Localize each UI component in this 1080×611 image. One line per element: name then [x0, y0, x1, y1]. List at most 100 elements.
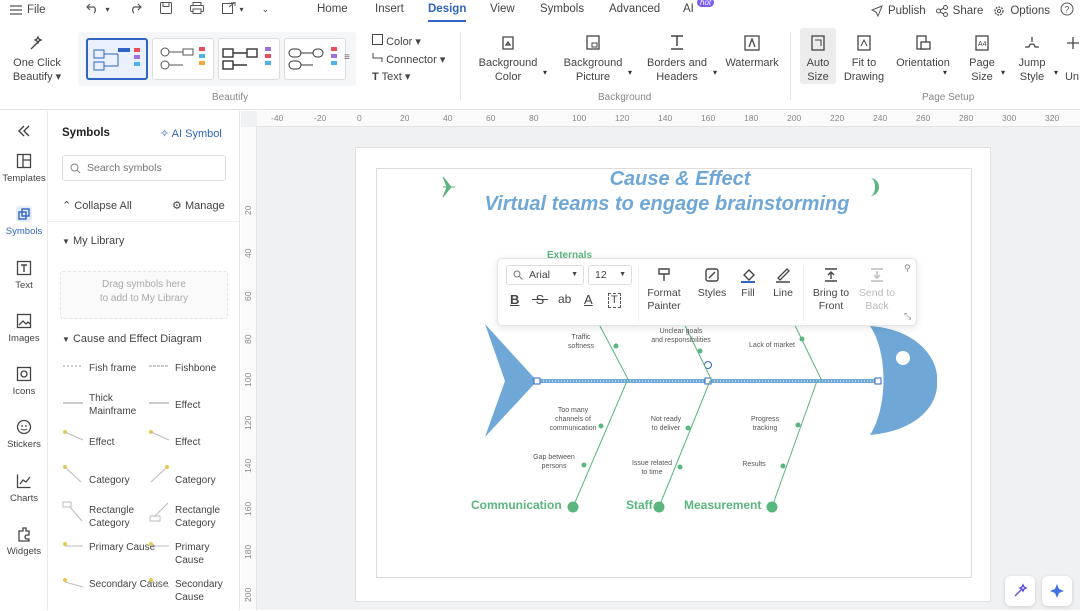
- selection-handle[interactable]: [874, 377, 882, 385]
- cause-label-unclear-goals[interactable]: Unclear goals and responsibilities: [651, 328, 711, 344]
- jump-dropdown-icon[interactable]: ▾: [1054, 68, 1058, 77]
- print-button[interactable]: [189, 2, 204, 17]
- symbol-effect-3[interactable]: Effect: [175, 436, 200, 449]
- strikethrough-button[interactable]: S: [532, 293, 548, 306]
- theme-gallery-expand-icon[interactable]: ≡: [344, 52, 350, 63]
- bone-lower-2[interactable]: [658, 380, 711, 508]
- background-color-button[interactable]: Background Color: [476, 34, 540, 84]
- cause-label-traffic[interactable]: Traffic softness: [568, 334, 595, 350]
- diagram-title-line-1[interactable]: Cause & Effect: [610, 168, 752, 190]
- bg-color-dropdown-icon[interactable]: ▾: [543, 68, 547, 77]
- share-button[interactable]: Share: [935, 4, 983, 17]
- bone-lower-1[interactable]: [572, 380, 628, 508]
- fishbone-diagram[interactable]: Cause & Effect Virtual teams to engage b…: [377, 168, 973, 579]
- text-box-button[interactable]: T: [608, 293, 621, 308]
- ai-assist-button[interactable]: [1005, 576, 1035, 606]
- symbol-fishbone[interactable]: Fishbone: [175, 362, 216, 375]
- tab-insert[interactable]: Insert: [375, 3, 404, 15]
- cause-label-lack-market[interactable]: Lack of market: [749, 342, 795, 349]
- undo-button[interactable]: [85, 2, 100, 17]
- symbol-rectangle-category-2[interactable]: Rectangle Category: [175, 504, 235, 530]
- search-input[interactable]: [87, 162, 207, 174]
- text-dropdown[interactable]: T Text ▾: [372, 70, 410, 83]
- fill-button[interactable]: Fill: [734, 267, 762, 300]
- symbol-thick-mainframe[interactable]: Thick Mainframe: [89, 392, 145, 418]
- symbol-category-1[interactable]: Category: [89, 474, 130, 487]
- orientation-dropdown-icon[interactable]: ▾: [943, 68, 947, 77]
- rail-widgets[interactable]: Widgets: [0, 526, 48, 557]
- color-dropdown[interactable]: Color ▾: [372, 34, 421, 48]
- symbol-effect-2[interactable]: Effect: [89, 436, 114, 449]
- font-size-select[interactable]: 12 ▼: [588, 265, 632, 285]
- auto-size-button[interactable]: Auto Size: [800, 34, 836, 84]
- symbol-primary-cause-1[interactable]: Primary Cause: [89, 541, 155, 554]
- canvas-area[interactable]: -40 -20 0 20 40 60 80 100 120 140 160 180 200 220 240 2…: [241, 111, 1080, 610]
- undo-dropdown-icon[interactable]: ▾: [106, 5, 110, 14]
- manage-button[interactable]: ⚙ Manage: [172, 199, 225, 212]
- tab-symbols[interactable]: Symbols: [540, 3, 584, 15]
- line-button[interactable]: Line: [768, 267, 798, 300]
- symbol-effect-1[interactable]: Effect: [175, 399, 200, 412]
- background-picture-button[interactable]: Background Picture: [560, 34, 626, 84]
- tab-ai[interactable]: AI: [683, 3, 694, 15]
- save-button[interactable]: [159, 2, 172, 17]
- options-button[interactable]: Options: [993, 5, 1050, 17]
- font-family-select[interactable]: Arial ▼: [506, 265, 584, 285]
- rail-templates[interactable]: Templates: [0, 153, 48, 184]
- rail-charts[interactable]: Charts: [0, 473, 48, 504]
- theme-option-4[interactable]: [284, 38, 346, 80]
- orientation-button[interactable]: Orientation: [892, 34, 954, 70]
- more-dropdown-icon[interactable]: ⌄: [262, 4, 270, 15]
- superscript-button[interactable]: ab: [558, 293, 571, 306]
- borders-headers-button[interactable]: Borders and Headers: [644, 34, 710, 84]
- theme-option-2[interactable]: [152, 38, 214, 80]
- category-communication[interactable]: Communication: [471, 498, 562, 512]
- file-menu[interactable]: File: [10, 4, 46, 16]
- page-size-dropdown-icon[interactable]: ▾: [1001, 68, 1005, 77]
- redo-button[interactable]: [128, 2, 142, 17]
- bg-picture-dropdown-icon[interactable]: ▾: [628, 68, 632, 77]
- tab-design[interactable]: Design: [428, 3, 467, 22]
- symbol-secondary-cause-2[interactable]: Secondary Cause: [175, 578, 239, 600]
- collapse-toolbar-icon[interactable]: ⤡: [904, 311, 911, 322]
- fish-tail[interactable]: [485, 324, 537, 437]
- page-size-button[interactable]: A4 Page Size: [962, 34, 1002, 84]
- cause-effect-header[interactable]: ▼ Cause and Effect Diagram: [62, 333, 202, 345]
- fit-to-drawing-button[interactable]: Fit to Drawing: [842, 34, 886, 84]
- symbol-fish-frame[interactable]: Fish frame: [89, 362, 136, 375]
- cause-label-not-ready[interactable]: Not ready to deliver: [651, 416, 682, 432]
- format-painter-button[interactable]: Format Painter: [644, 267, 684, 313]
- ai-star-button[interactable]: [1042, 576, 1072, 606]
- category-dot[interactable]: [567, 501, 579, 513]
- cause-label-issue-time[interactable]: Issue related to time: [632, 460, 672, 476]
- tab-view[interactable]: View: [490, 3, 515, 15]
- cause-label-gap[interactable]: Gap between persons: [533, 454, 575, 470]
- pin-icon[interactable]: ⚲: [904, 263, 911, 274]
- borders-dropdown-icon[interactable]: ▾: [713, 68, 717, 77]
- tab-home[interactable]: Home: [317, 3, 348, 15]
- styles-button[interactable]: Styles: [694, 267, 730, 300]
- category-measurement[interactable]: Measurement: [684, 498, 761, 512]
- unit-button[interactable]: Un: [1064, 34, 1080, 84]
- collapse-panel-button[interactable]: [0, 123, 48, 143]
- export-dropdown-icon[interactable]: ▾: [240, 5, 244, 14]
- rail-images[interactable]: Images: [0, 313, 48, 344]
- library-drop-zone[interactable]: Drag symbols here to add to My Library: [60, 271, 228, 319]
- publish-button[interactable]: Publish: [870, 5, 926, 17]
- category-dot[interactable]: [766, 501, 778, 513]
- category-dot[interactable]: [653, 501, 665, 513]
- bone-lower-3[interactable]: [771, 380, 818, 508]
- theme-option-3[interactable]: [218, 38, 280, 80]
- bold-button[interactable]: B: [510, 293, 519, 306]
- ai-symbol-button[interactable]: ✧ AI Symbol: [160, 127, 222, 140]
- my-library-header[interactable]: ▼ My Library: [62, 235, 124, 247]
- export-button[interactable]: [221, 1, 236, 17]
- help-button[interactable]: ?: [1060, 2, 1074, 19]
- rail-text[interactable]: Text: [0, 260, 48, 291]
- symbol-rectangle-category-1[interactable]: Rectangle Category: [89, 504, 149, 530]
- selection-handle[interactable]: [704, 377, 712, 385]
- cause-label-results[interactable]: Results: [742, 461, 766, 468]
- jump-style-button[interactable]: Jump Style: [1012, 34, 1052, 84]
- symbol-category-2[interactable]: Category: [175, 474, 216, 487]
- selection-handle[interactable]: [533, 377, 541, 385]
